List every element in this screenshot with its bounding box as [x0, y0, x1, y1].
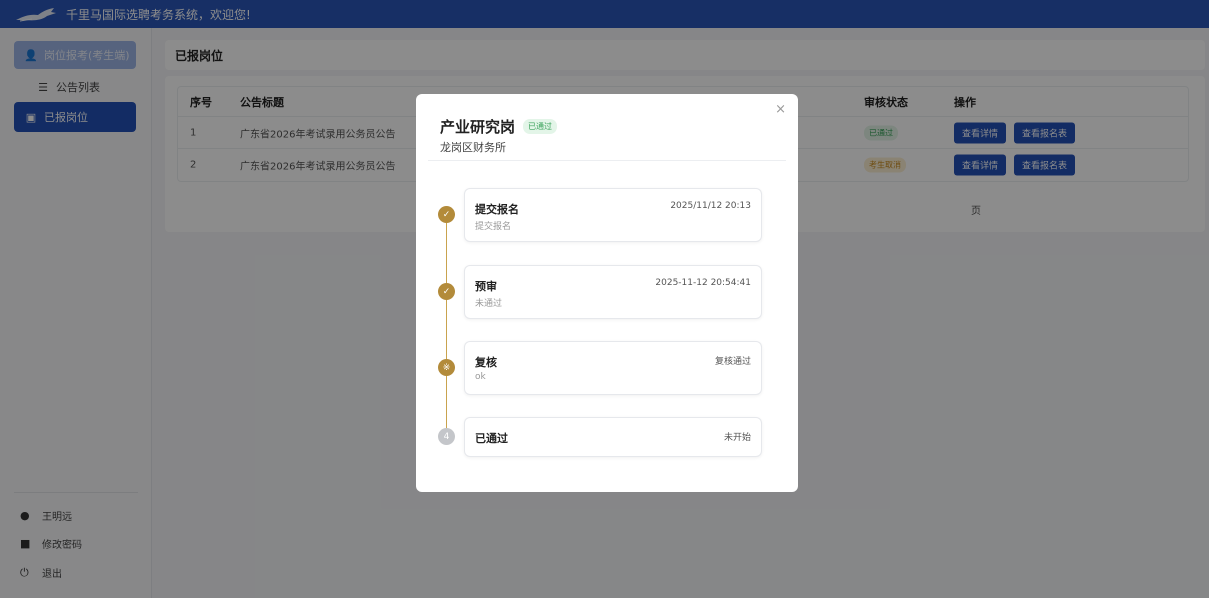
step-time: 2025/11/12 20:13	[670, 201, 751, 211]
close-icon[interactable]: ×	[775, 102, 786, 117]
step-desc: 未通过	[475, 299, 503, 309]
timeline-line	[446, 214, 447, 438]
timeline-step-card: 预审 2025-11-12 20:54:41 未通过	[464, 265, 762, 319]
modal-title: 产业研究岗	[440, 118, 516, 136]
step-done-icon: ✓	[438, 283, 455, 300]
step-name: 提交报名	[475, 203, 519, 216]
modal-divider	[428, 160, 786, 161]
modal-subtitle: 龙岗区财务所	[440, 141, 506, 154]
step-name: 复核	[475, 356, 497, 369]
status-badge: 已通过	[523, 119, 558, 134]
step-in-progress-icon: ※	[438, 359, 455, 376]
step-name: 已通过	[475, 432, 508, 445]
modal-title-row: 产业研究岗 已通过	[440, 116, 558, 137]
progress-modal: × 产业研究岗 已通过 龙岗区财务所 ✓ 提交报名 2025/11/12 20:…	[416, 94, 798, 492]
step-desc: 提交报名	[475, 222, 512, 232]
step-done-icon: ✓	[438, 206, 455, 223]
timeline-step-card: 复核 复核通过 ok	[464, 341, 762, 395]
step-desc: ok	[475, 372, 486, 382]
step-pending-icon: 4	[438, 428, 455, 445]
timeline-step-card: 已通过 未开始	[464, 417, 762, 457]
step-time: 2025-11-12 20:54:41	[655, 278, 751, 288]
step-result: 复核通过	[714, 357, 751, 367]
step-name: 预审	[475, 280, 497, 293]
step-result: 未开始	[723, 433, 751, 443]
timeline-step-card: 提交报名 2025/11/12 20:13 提交报名	[464, 188, 762, 242]
